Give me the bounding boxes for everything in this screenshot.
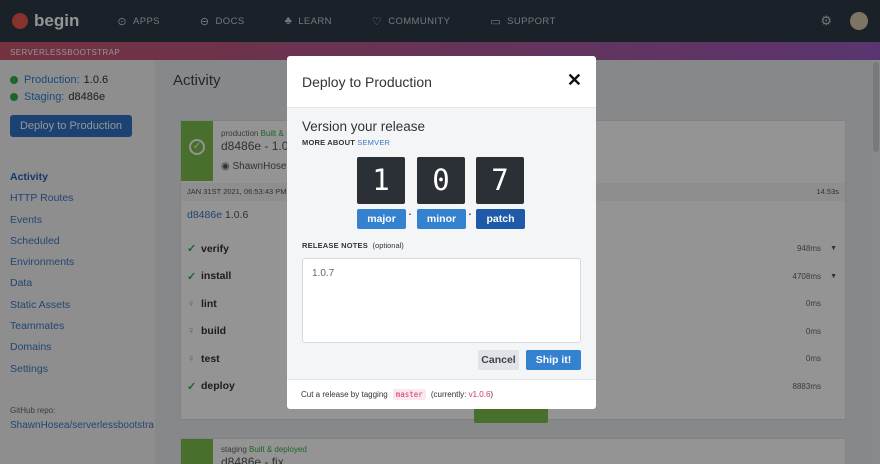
modal-title: Deploy to Production — [302, 74, 432, 90]
deploy-modal: Deploy to Production ✕ Version your rele… — [287, 56, 596, 409]
modal-footer: Cut a release by tagging master (current… — [287, 379, 596, 409]
minor-button[interactable]: minor — [417, 209, 466, 229]
release-notes-title: RELEASE NOTES — [302, 241, 368, 250]
ship-it-button[interactable]: Ship it! — [526, 350, 581, 370]
footer-close-paren: ) — [490, 390, 494, 399]
more-about-semver: MORE ABOUT SEMVER — [302, 138, 390, 147]
major-button[interactable]: major — [357, 209, 406, 229]
cancel-button[interactable]: Cancel — [478, 350, 519, 370]
footer-version: v1.0.6 — [468, 390, 491, 399]
semver-link[interactable]: SEMVER — [357, 138, 390, 147]
version-heading: Version your release — [302, 119, 426, 134]
version-dot: . — [408, 202, 412, 218]
release-notes-input[interactable]: 1.0.7 — [302, 258, 581, 343]
footer-text: Cut a release by tagging — [301, 390, 388, 399]
footer-currently: (currently: — [430, 390, 467, 399]
optional-label: (optional) — [372, 241, 404, 250]
major-digit: 1 — [357, 157, 405, 204]
version-dot: . — [468, 202, 472, 218]
minor-digit: 0 — [417, 157, 465, 204]
more-about-label: MORE ABOUT — [302, 138, 355, 147]
release-notes-label: RELEASE NOTES (optional) — [302, 241, 404, 250]
patch-button[interactable]: patch — [476, 209, 525, 229]
patch-digit: 7 — [476, 157, 524, 204]
close-icon[interactable]: ✕ — [567, 70, 582, 91]
master-tag: master — [392, 389, 426, 400]
modal-body: Version your release MORE ABOUT SEMVER 1… — [287, 108, 596, 379]
modal-header: Deploy to Production ✕ — [287, 56, 596, 108]
